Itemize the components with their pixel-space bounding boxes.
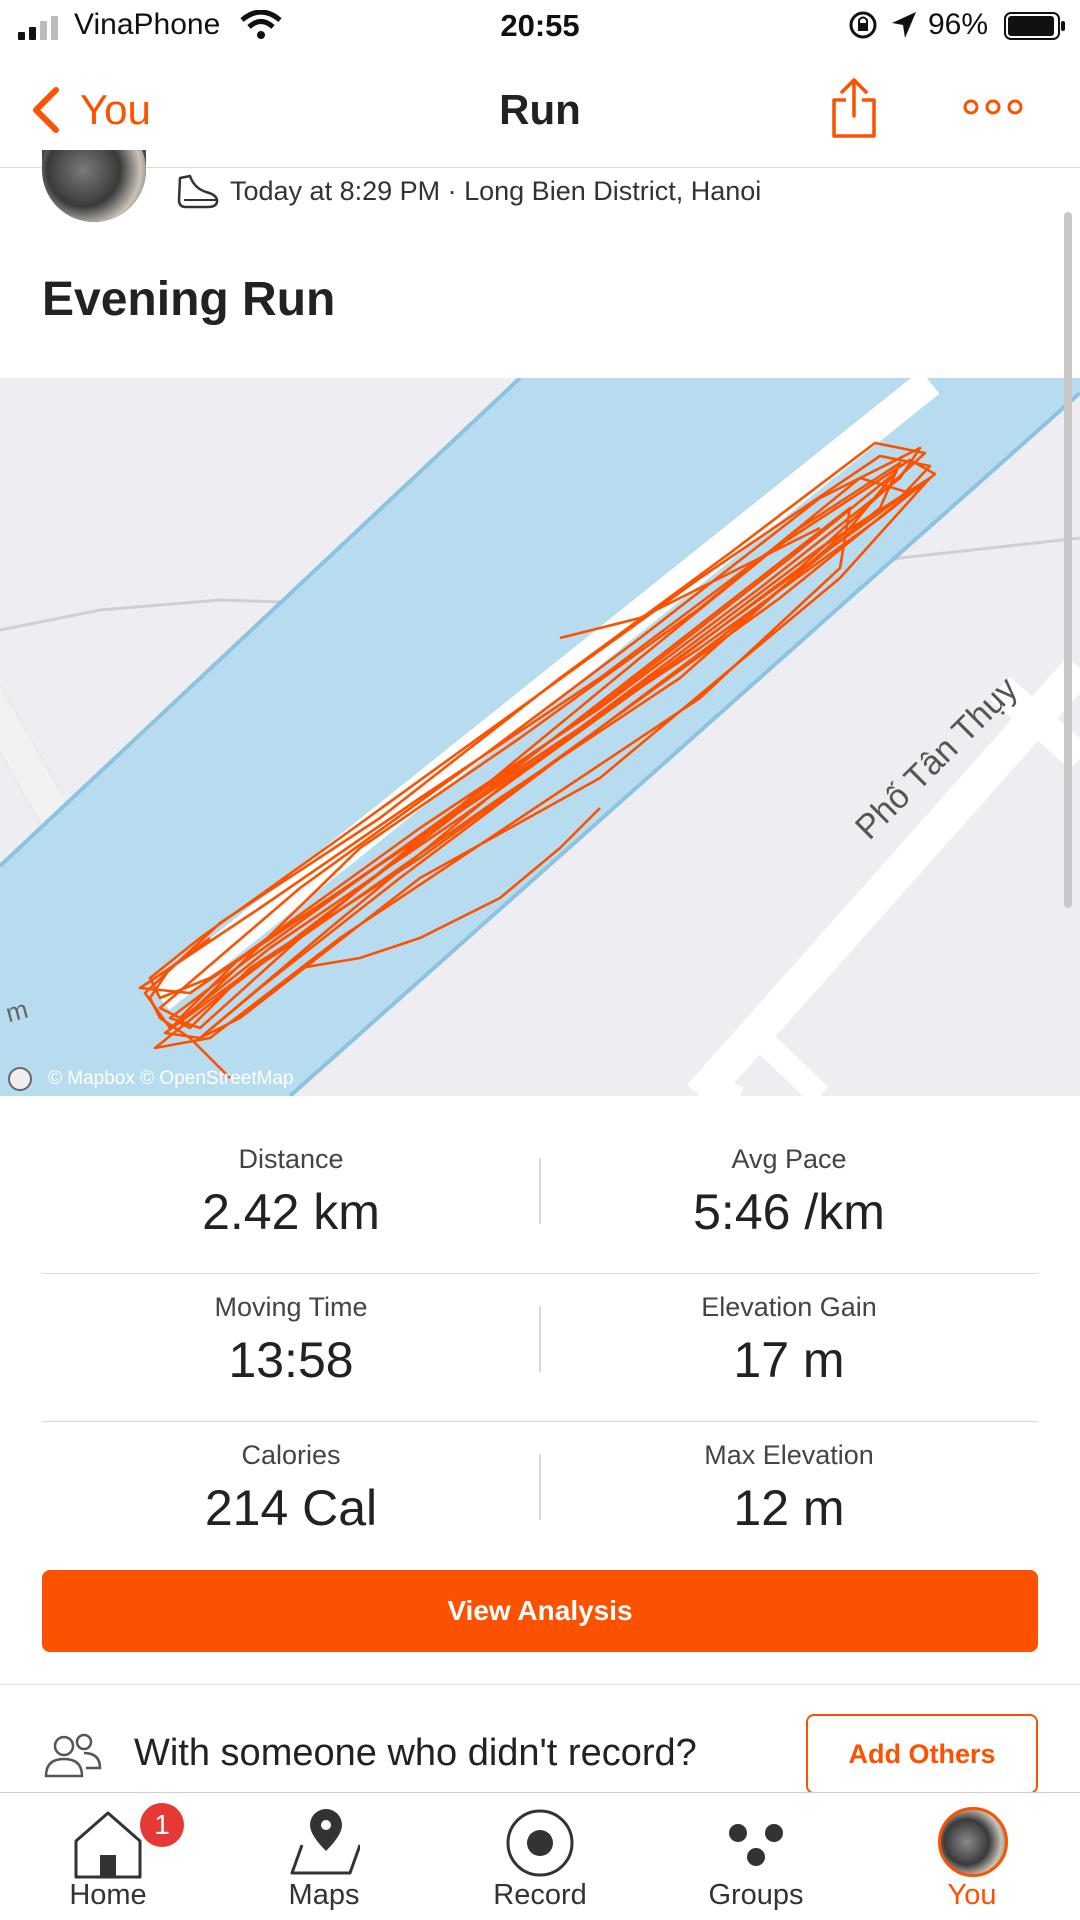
stat-moving-time: Moving Time 13:58 xyxy=(42,1292,540,1389)
stat-value: 17 m xyxy=(733,1332,845,1388)
view-analysis-button[interactable]: View Analysis xyxy=(42,1570,1038,1652)
nav-bar: You Run xyxy=(0,56,1080,168)
tab-groups[interactable]: Groups xyxy=(648,1793,864,1920)
map-pin-icon xyxy=(290,1809,360,1875)
stat-distance: Distance 2.42 km xyxy=(42,1144,540,1241)
location-arrow-icon xyxy=(892,12,916,38)
tab-home[interactable]: 1 Home xyxy=(0,1793,216,1920)
tab-label: Maps xyxy=(288,1879,360,1911)
record-icon xyxy=(506,1809,574,1877)
map-attribution[interactable]: © Mapbox © OpenStreetMap xyxy=(8,1066,294,1092)
add-others-button[interactable]: Add Others xyxy=(806,1714,1038,1794)
tab-you[interactable]: You xyxy=(864,1793,1080,1920)
scrollbar[interactable] xyxy=(1064,212,1072,908)
more-icon[interactable] xyxy=(962,92,1024,122)
attribution-text: © Mapbox © OpenStreetMap xyxy=(48,1068,294,1089)
page-title: Run xyxy=(499,86,581,133)
stat-label: Distance xyxy=(238,1144,344,1174)
stat-value: 12 m xyxy=(733,1480,845,1536)
stat-row: Calories 214 Cal Max Elevation 12 m xyxy=(42,1422,1038,1570)
people-icon xyxy=(44,1733,102,1778)
battery-percent: 96% xyxy=(928,8,989,41)
stat-max-elevation: Max Elevation 12 m xyxy=(540,1440,1038,1537)
home-icon xyxy=(74,1811,142,1879)
route-map[interactable]: m xyxy=(0,378,1080,1096)
battery-icon xyxy=(1004,12,1065,40)
with-someone-prompt: With someone who didn't record? xyxy=(134,1732,697,1774)
divider xyxy=(0,1684,1080,1685)
tab-record[interactable]: Record xyxy=(432,1793,648,1920)
status-bar: VinaPhone 20:55 96% xyxy=(0,0,1080,56)
stat-value: 5:46 /km xyxy=(693,1184,885,1240)
stat-value: 13:58 xyxy=(228,1332,354,1388)
stat-label: Elevation Gain xyxy=(701,1292,877,1322)
stat-elevation-gain: Elevation Gain 17 m xyxy=(540,1292,1038,1389)
stat-label: Max Elevation xyxy=(704,1440,874,1470)
activity-meta: Today at 8:29 PM · Long Bien District, H… xyxy=(230,176,762,206)
athlete-avatar[interactable] xyxy=(42,150,146,222)
tab-maps[interactable]: Maps xyxy=(216,1793,432,1920)
stat-avg-pace: Avg Pace 5:46 /km xyxy=(540,1144,1038,1241)
groups-icon xyxy=(729,1824,783,1866)
rotation-lock-icon xyxy=(849,11,877,39)
stats-grid: Distance 2.42 km Avg Pace 5:46 /km Movin… xyxy=(42,1126,1038,1570)
tab-bar: 1 Home Maps Record Groups You xyxy=(0,1792,1080,1920)
stat-row: Distance 2.42 km Avg Pace 5:46 /km xyxy=(42,1126,1038,1274)
clock: 20:55 xyxy=(500,8,580,43)
mapbox-icon xyxy=(8,1067,32,1091)
share-icon[interactable] xyxy=(830,76,878,140)
stat-label: Avg Pace xyxy=(731,1144,847,1174)
stat-calories: Calories 214 Cal xyxy=(42,1440,540,1537)
notification-badge: 1 xyxy=(140,1803,184,1847)
tab-label: Groups xyxy=(708,1879,804,1911)
stat-label: Calories xyxy=(241,1440,341,1470)
shoe-icon xyxy=(177,174,219,209)
tab-label: Home xyxy=(69,1879,147,1911)
stat-value: 2.42 km xyxy=(202,1184,380,1240)
avatar xyxy=(938,1807,1008,1877)
tab-label: Record xyxy=(493,1879,587,1911)
stat-label: Moving Time xyxy=(214,1292,368,1322)
map-canvas xyxy=(0,378,1080,1096)
activity-title: Evening Run xyxy=(42,273,336,326)
stat-row: Moving Time 13:58 Elevation Gain 17 m xyxy=(42,1274,1038,1422)
stat-value: 214 Cal xyxy=(204,1480,378,1536)
tab-label: You xyxy=(947,1879,997,1911)
